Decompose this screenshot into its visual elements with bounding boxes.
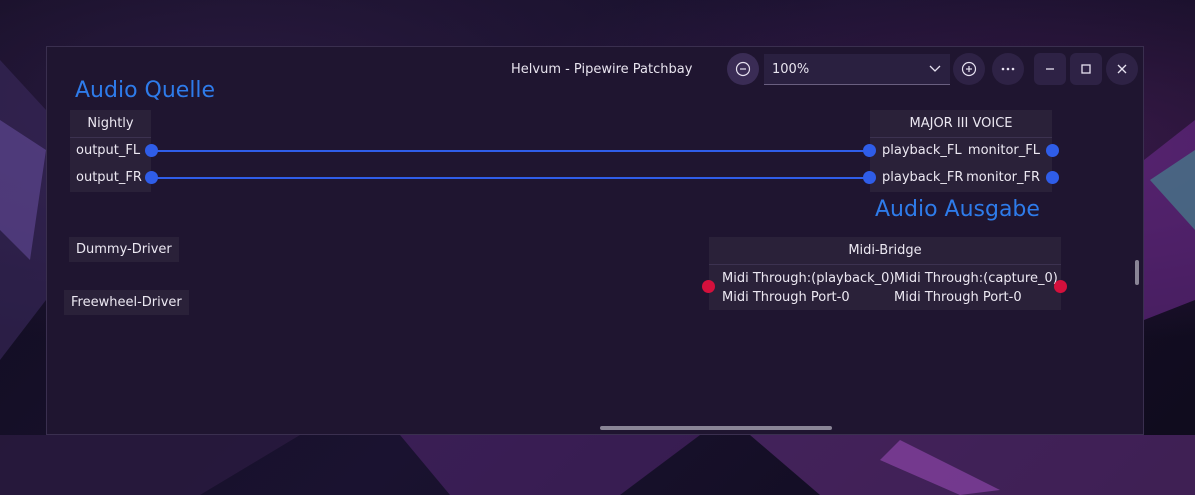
node-nightly-title: Nightly xyxy=(70,110,151,138)
node-midi-title: Midi-Bridge xyxy=(709,237,1061,265)
node-nightly[interactable]: Nightly output_FL output_FR xyxy=(70,110,151,192)
port-dot-output-fr[interactable] xyxy=(145,171,158,184)
port-midi-capture-desc: Midi Through Port-0 xyxy=(894,290,1022,305)
node-dummy-driver[interactable]: Dummy-Driver xyxy=(69,237,179,262)
port-dot-output-fl[interactable] xyxy=(145,144,158,157)
horizontal-scrollbar[interactable] xyxy=(600,426,832,430)
node-freewheel-driver[interactable]: Freewheel-Driver xyxy=(64,290,189,315)
port-playback-fl: playback_FL xyxy=(882,143,962,158)
node-midi-bridge[interactable]: Midi-Bridge Midi Through:(playback_0) Mi… xyxy=(709,237,1061,310)
node-major-title: MAJOR III VOICE xyxy=(870,110,1052,138)
port-dot-playback-fr[interactable] xyxy=(863,171,876,184)
port-dot-midi-in[interactable] xyxy=(702,280,715,293)
port-monitor-fl: monitor_FL xyxy=(967,143,1040,158)
port-dot-monitor-fr[interactable] xyxy=(1046,171,1059,184)
port-midi-playback-desc: Midi Through Port-0 xyxy=(722,290,850,305)
port-midi-capture: Midi Through:(capture_0) xyxy=(894,271,1058,286)
port-dot-playback-fl[interactable] xyxy=(863,144,876,157)
port-dot-monitor-fl[interactable] xyxy=(1046,144,1059,157)
port-midi-playback: Midi Through:(playback_0) xyxy=(722,271,895,286)
node-major-iii-voice[interactable]: MAJOR III VOICE playback_FL playback_FR … xyxy=(870,110,1052,192)
port-playback-fr: playback_FR xyxy=(882,170,964,185)
port-output-fr: output_FR xyxy=(76,170,142,185)
patchbay-window: Helvum - Pipewire Patchbay 100% Audio Qu… xyxy=(46,46,1144,435)
port-output-fl: output_FL xyxy=(76,143,141,158)
vertical-scrollbar[interactable] xyxy=(1135,260,1139,285)
port-dot-midi-out[interactable] xyxy=(1054,280,1067,293)
port-monitor-fr: monitor_FR xyxy=(966,170,1040,185)
